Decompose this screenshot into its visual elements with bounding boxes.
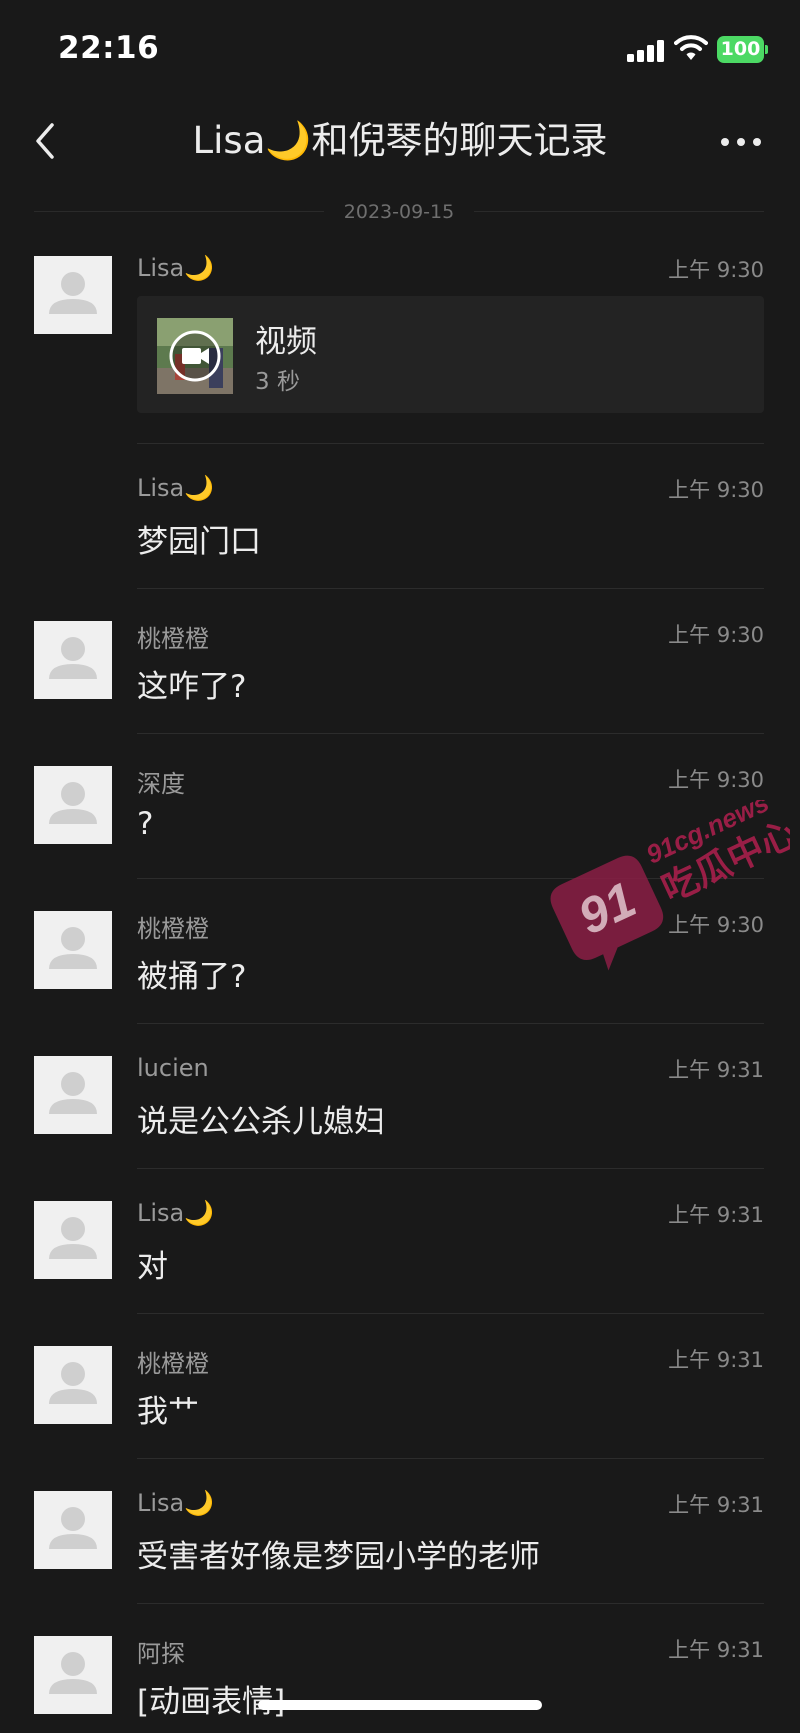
default-avatar-icon bbox=[49, 1507, 97, 1549]
avatar[interactable] bbox=[34, 1346, 112, 1424]
battery-level: 100 bbox=[720, 38, 761, 60]
avatar[interactable] bbox=[34, 911, 112, 989]
message-time: 上午 9:30 bbox=[668, 768, 764, 792]
default-avatar-icon bbox=[49, 272, 97, 314]
divider bbox=[137, 1023, 764, 1024]
divider bbox=[137, 588, 764, 589]
divider bbox=[137, 443, 764, 444]
message-time: 上午 9:31 bbox=[668, 1348, 764, 1372]
sender-name: lucien bbox=[137, 1054, 209, 1082]
message-time: 上午 9:30 bbox=[668, 258, 764, 282]
message-text: [动画表情] bbox=[137, 1684, 286, 1720]
message-text: ? bbox=[137, 806, 154, 842]
divider bbox=[137, 1603, 764, 1604]
divider bbox=[137, 733, 764, 734]
video-label: 视频 bbox=[255, 324, 317, 360]
avatar[interactable] bbox=[34, 256, 112, 334]
default-avatar-icon bbox=[49, 637, 97, 679]
date-divider: 2023-09-15 bbox=[34, 200, 764, 224]
avatar[interactable] bbox=[34, 1201, 112, 1279]
more-options-icon[interactable] bbox=[720, 126, 762, 156]
status-time: 22:16 bbox=[58, 30, 160, 66]
message-time: 上午 9:31 bbox=[668, 1203, 764, 1227]
message-text: 说是公公杀儿媳妇 bbox=[137, 1104, 385, 1140]
message-time: 上午 9:31 bbox=[668, 1493, 764, 1517]
message-time: 上午 9:31 bbox=[668, 1058, 764, 1082]
wifi-icon bbox=[674, 35, 708, 60]
message-text: 这咋了? bbox=[137, 669, 247, 705]
avatar[interactable] bbox=[34, 621, 112, 699]
divider bbox=[137, 1458, 764, 1459]
sender-name: 深度 bbox=[137, 770, 185, 798]
default-avatar-icon bbox=[49, 927, 97, 969]
sender-name: Lisa🌙 bbox=[137, 1199, 215, 1227]
default-avatar-icon bbox=[49, 782, 97, 824]
video-thumbnail bbox=[157, 318, 233, 394]
sender-name: 桃橙橙 bbox=[137, 915, 209, 943]
sender-name: Lisa🌙 bbox=[137, 254, 215, 282]
sender-name: Lisa🌙 bbox=[137, 1489, 215, 1517]
message-text: 被捅了? bbox=[137, 959, 247, 995]
avatar[interactable] bbox=[34, 1491, 112, 1569]
battery-icon: 100 bbox=[717, 36, 769, 63]
avatar[interactable] bbox=[34, 1636, 112, 1714]
watermark-logo: 91 91cg.news 吃瓜中心 bbox=[550, 800, 790, 971]
divider bbox=[137, 1168, 764, 1169]
back-chevron-icon[interactable] bbox=[28, 116, 64, 166]
page-title: Lisa🌙和倪琴的聊天记录 bbox=[192, 119, 608, 162]
avatar[interactable] bbox=[34, 766, 112, 844]
message-time: 上午 9:30 bbox=[668, 623, 764, 647]
message-text: 对 bbox=[137, 1249, 168, 1285]
status-bar: 22:16 100 bbox=[0, 0, 800, 96]
message-time: 上午 9:30 bbox=[668, 478, 764, 502]
chat-history-screen: 22:16 100 Lisa🌙和倪琴的聊天记录 2023-09-15 Lisa🌙… bbox=[0, 0, 800, 1733]
default-avatar-icon bbox=[49, 1072, 97, 1114]
message-time: 上午 9:31 bbox=[668, 1638, 764, 1662]
sender-name: 桃橙橙 bbox=[137, 625, 209, 653]
home-indicator[interactable] bbox=[258, 1700, 542, 1710]
sender-name: Lisa🌙 bbox=[137, 474, 215, 502]
cellular-signal-icon bbox=[627, 38, 665, 62]
avatar[interactable] bbox=[34, 1056, 112, 1134]
sender-name: 阿探 bbox=[137, 1640, 185, 1668]
message-text: 受害者好像是梦园小学的老师 bbox=[137, 1539, 540, 1575]
video-duration: 3 秒 bbox=[255, 369, 300, 395]
date-label: 2023-09-15 bbox=[343, 201, 455, 223]
default-avatar-icon bbox=[49, 1217, 97, 1259]
nav-bar: Lisa🌙和倪琴的聊天记录 bbox=[0, 96, 800, 186]
message-text: 我艹 bbox=[137, 1394, 199, 1430]
default-avatar-icon bbox=[49, 1362, 97, 1404]
sender-name: 桃橙橙 bbox=[137, 1350, 209, 1378]
default-avatar-icon bbox=[49, 1652, 97, 1694]
message-text: 梦园门口 bbox=[137, 524, 261, 560]
divider bbox=[137, 1313, 764, 1314]
video-play-icon bbox=[169, 330, 221, 382]
video-message[interactable]: 视频 3 秒 bbox=[137, 296, 764, 413]
